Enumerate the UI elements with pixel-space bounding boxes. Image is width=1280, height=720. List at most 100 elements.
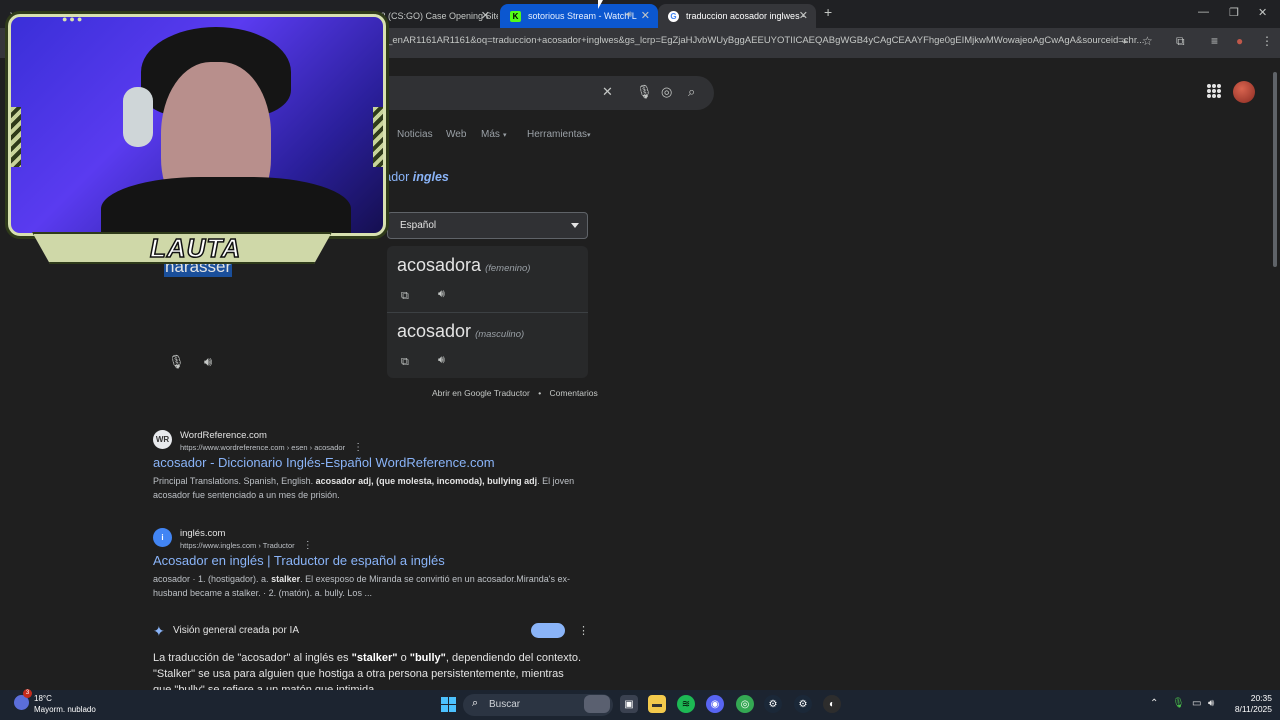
google-icon: G [668,10,679,22]
result-site[interactable]: inglés.com [180,528,225,539]
tab-title: CS2 (CS:GO) Case Opening Site [368,11,498,21]
translation-query[interactable]: sador ingles [378,170,449,184]
discord-icon[interactable]: ◉ [706,695,724,713]
steam-icon[interactable]: ⚙︎ [764,695,782,713]
tab-sotorious-stream[interactable]: K sotorious Stream - Watch L 🔊︎ ✕ [500,4,658,28]
search-result: i inglés.com https://www.ingles.com › Tr… [153,528,593,608]
word-text: acosadora [397,255,482,275]
gender-label: (masculino) [475,329,525,340]
speaker-icon[interactable]: 🔊︎ [438,354,445,367]
source-chip[interactable] [531,623,565,638]
caret-down-icon: ▾ [587,132,591,139]
feedback-link[interactable]: Comentarios [550,388,598,398]
divider [387,312,588,313]
result-snippet: acosador · 1. (hostigador). a. stalker. … [153,572,593,600]
tray-chevron-icon[interactable]: ⌃ [1150,698,1158,709]
ai-text-bold: "bully" [409,652,446,664]
frame-dots: ●●● [62,14,85,24]
menu-kebab-icon[interactable]: ⋮ [1261,34,1273,48]
lens-icon[interactable]: ◎ [661,84,672,100]
ai-overview-title: Visión general creada por IA [173,625,300,636]
profile-icon[interactable]: ● [1236,34,1243,48]
search-highlight-icon[interactable] [584,695,610,713]
copy-icon[interactable]: ⧉ [401,290,409,303]
close-icon[interactable]: ✕ [799,9,808,22]
speaker-icon[interactable]: 🔊︎ [626,9,632,20]
word-text: acosador [397,321,472,341]
tab-title: sotorious Stream - Watch L [528,11,637,21]
webcam-body [101,177,351,233]
copy-icon[interactable]: ⧉ [401,356,409,369]
maximize-icon[interactable]: ❐ [1229,6,1239,19]
dropdown-arrow-icon [571,223,579,228]
search-box[interactable]: ✕ 🎙︎ ◎ ⌕ [380,76,714,110]
clock[interactable]: 20:35 8/11/2025 [1228,693,1272,715]
tab-noticias[interactable]: Noticias [397,129,433,140]
search-icon: ⌕ [472,697,479,709]
file-explorer-icon[interactable]: ▬ [648,695,666,713]
microphone-icon[interactable]: 🎙︎ [636,84,653,100]
tab-herramientas[interactable]: Herramientas [527,129,587,140]
open-translator-link[interactable]: Abrir en Google Traductor [432,388,530,398]
gender-label: (femenino) [485,263,531,274]
more-options-icon[interactable]: ⋮ [353,442,363,453]
close-icon[interactable]: ✕ [641,9,650,22]
minimize-icon[interactable]: — [1198,6,1209,18]
close-window-icon[interactable]: ✕ [1258,6,1267,19]
account-avatar[interactable] [1233,81,1255,103]
weather-widget[interactable]: 3 18°C Mayorm. nublado [14,689,124,717]
microphone-icon[interactable]: 🎙︎ [168,354,185,370]
media-control-icon[interactable]: ≡ [1211,34,1218,48]
extensions-icon[interactable]: ⧉ [1176,34,1185,49]
speaker-icon[interactable]: 🔊︎ [204,354,212,370]
app-icon[interactable]: ◐ [823,695,841,713]
wordreference-icon: WR [153,430,172,449]
new-tab-button[interactable]: + [824,4,832,20]
translator-links: Abrir en Google Traductor • Comentarios [432,388,598,398]
close-icon[interactable]: ✕ [481,9,490,22]
more-options-icon[interactable]: ⋮ [303,540,313,551]
url-text[interactable]: l_enAR1161AR1161&oq=traduccion+acosador+… [385,35,1144,46]
scrollbar-thumb[interactable] [1273,72,1277,267]
target-language-select[interactable]: Español [387,212,588,239]
ai-text-part: La traducción de "acosador" al inglés es [153,652,352,664]
location-icon[interactable]: ⌖ [1121,34,1128,49]
network-icon[interactable]: ▭ [1192,698,1201,709]
result-title-link[interactable]: acosador - Diccionario Inglés-Español Wo… [153,455,495,470]
speaker-icon[interactable]: 🔊︎ [438,288,445,301]
taskbar [0,690,1280,720]
weather-condition: Mayorm. nublado [34,705,96,714]
windows-start-icon[interactable] [441,697,456,712]
volume-icon[interactable]: 🔊︎ [1208,698,1214,709]
webcam-overlay [8,14,386,236]
result-url-text: https://www.wordreference.com › esen › a… [180,443,346,452]
result-url-text: https://www.ingles.com › Traductor [180,541,295,550]
task-view-icon[interactable]: ▣ [620,695,638,713]
result-title-link[interactable]: Acosador en inglés | Traductor de españo… [153,553,445,568]
spotify-icon[interactable]: ≋ [677,695,695,713]
clear-icon[interactable]: ✕ [602,84,613,100]
mic-tray-icon[interactable]: 🎙︎ [1172,698,1185,709]
result-url[interactable]: https://www.wordreference.com › esen › a… [180,442,363,453]
search-icon[interactable]: ⌕ [688,84,695,100]
result-url[interactable]: https://www.ingles.com › Traductor ⋮ [180,540,313,551]
translation-word: acosadora (femenino) [397,255,530,276]
frame-stripe [373,107,383,167]
more-options-icon[interactable]: ⋮ [578,624,589,637]
result-site[interactable]: WordReference.com [180,430,267,441]
snippet-bold: stalker [271,574,301,584]
ai-text-part: o [397,652,410,664]
tab-mas[interactable]: Más [481,129,500,140]
steam-icon[interactable]: ⚙︎ [794,695,812,713]
taskbar-search-label: Buscar [489,699,521,710]
bookmark-star-icon[interactable]: ☆ [1142,34,1153,48]
query-emphasis: ingles [412,170,449,184]
google-apps-icon[interactable] [1207,84,1221,98]
chrome-icon[interactable]: ◎ [736,695,754,713]
scrollbar[interactable] [1272,60,1278,688]
tab-web[interactable]: Web [446,129,466,140]
frame-stripe [11,107,21,167]
caret-down-icon: ▾ [503,132,507,139]
separator-dot: • [538,388,542,398]
tab-google-search[interactable]: G traduccion acosador inglwes - ✕ [658,4,816,28]
